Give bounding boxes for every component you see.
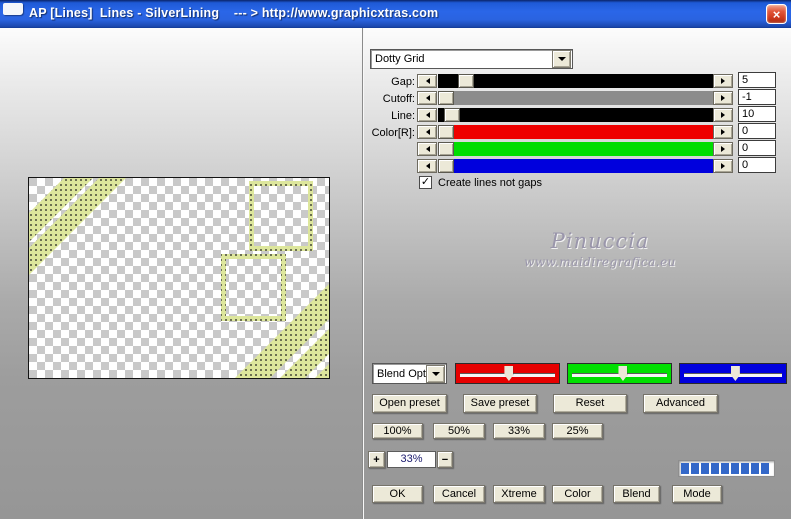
cutoff-slider-thumb[interactable]	[438, 91, 454, 105]
window-title: AP [Lines] Lines - SilverLining --- > ht…	[29, 6, 438, 20]
close-icon: ×	[773, 8, 781, 21]
blue-blend-thumb[interactable]	[731, 366, 740, 381]
plugin-dialog: AP [Lines] Lines - SilverLining --- > ht…	[0, 0, 791, 519]
create-lines-label: Create lines not gaps	[438, 177, 542, 189]
watermark: Pinuccia www.maidiregrafica.eu	[490, 229, 710, 269]
color-g-right-arrow[interactable]	[713, 142, 733, 156]
color-r-value-field[interactable]: 0	[738, 123, 776, 139]
progress-segment	[741, 463, 749, 474]
effect-preset-dropdown[interactable]: Dotty Grid	[370, 49, 573, 69]
color-b-slider-thumb[interactable]	[438, 159, 454, 173]
watermark-url: www.maidiregrafica.eu	[490, 255, 710, 269]
checkmark-icon: ✓	[421, 177, 430, 188]
cutoff-value-field[interactable]: -1	[738, 89, 776, 105]
zoom-out-button[interactable]: −	[437, 451, 453, 468]
zoom-25-button[interactable]: 25%	[552, 423, 603, 439]
color-g-slider-track[interactable]	[438, 142, 713, 156]
create-lines-checkbox[interactable]: ✓	[419, 176, 432, 189]
progress-segment	[691, 463, 699, 474]
progress-segment	[731, 463, 739, 474]
cutoff-slider-track[interactable]	[438, 91, 713, 105]
line-left-arrow[interactable]	[417, 108, 437, 122]
param-label-cutoff: Cutoff:	[310, 92, 415, 106]
progress-segment	[751, 463, 759, 474]
reset-button[interactable]: Reset	[553, 394, 627, 413]
color-button[interactable]: Color	[552, 485, 603, 503]
advanced-button[interactable]: Advanced	[643, 394, 718, 413]
color-g-left-arrow[interactable]	[417, 142, 437, 156]
gap-left-arrow[interactable]	[417, 74, 437, 88]
progress-segment	[721, 463, 729, 474]
param-label-gap: Gap:	[310, 75, 415, 89]
param-label-line: Line:	[310, 109, 415, 123]
cutoff-left-arrow[interactable]	[417, 91, 437, 105]
line-slider-thumb[interactable]	[444, 108, 460, 122]
green-blend-slider[interactable]	[567, 363, 672, 384]
zoom-level-field[interactable]: 33%	[387, 451, 436, 468]
line-value-field[interactable]: 10	[738, 106, 776, 122]
blend-options-value: Blend Opti	[373, 368, 426, 380]
red-blend-thumb[interactable]	[504, 366, 513, 381]
ok-button[interactable]: OK	[372, 485, 423, 503]
zoom-33-button[interactable]: 33%	[493, 423, 545, 439]
progress-bar	[678, 460, 775, 477]
watermark-name: Pinuccia	[490, 229, 710, 253]
save-preset-button[interactable]: Save preset	[463, 394, 537, 413]
preview-image	[29, 178, 329, 378]
green-blend-thumb[interactable]	[618, 366, 627, 381]
progress-segment	[711, 463, 719, 474]
cancel-button[interactable]: Cancel	[433, 485, 485, 503]
param-label-color-r: Color[R]:	[310, 126, 415, 140]
gap-slider-thumb[interactable]	[458, 74, 474, 88]
title-bar: AP [Lines] Lines - SilverLining --- > ht…	[0, 0, 791, 28]
color-r-slider-thumb[interactable]	[438, 125, 454, 139]
chevron-down-icon[interactable]	[426, 365, 445, 383]
open-preset-button[interactable]: Open preset	[372, 394, 447, 413]
red-blend-slider[interactable]	[455, 363, 560, 384]
blend-button[interactable]: Blend	[613, 485, 660, 503]
cutoff-right-arrow[interactable]	[713, 91, 733, 105]
chevron-down-icon[interactable]	[552, 50, 571, 68]
effect-preset-value: Dotty Grid	[371, 53, 552, 65]
gap-right-arrow[interactable]	[713, 74, 733, 88]
zoom-100-button[interactable]: 100%	[372, 423, 423, 439]
progress-segment	[761, 463, 769, 474]
line-right-arrow[interactable]	[713, 108, 733, 122]
zoom-in-button[interactable]: +	[368, 451, 385, 468]
color-b-value-field[interactable]: 0	[738, 157, 776, 173]
color-r-right-arrow[interactable]	[713, 125, 733, 139]
line-slider-track[interactable]	[438, 108, 713, 122]
color-g-value-field[interactable]: 0	[738, 140, 776, 156]
color-b-slider-track[interactable]	[438, 159, 713, 173]
color-g-slider-thumb[interactable]	[438, 142, 454, 156]
gap-slider-track[interactable]	[438, 74, 713, 88]
preview-panel	[28, 177, 330, 379]
app-icon	[3, 3, 23, 15]
color-r-slider-track[interactable]	[438, 125, 713, 139]
color-b-left-arrow[interactable]	[417, 159, 437, 173]
mode-button[interactable]: Mode	[672, 485, 722, 503]
blend-options-dropdown[interactable]: Blend Opti	[372, 363, 447, 384]
blue-blend-slider[interactable]	[679, 363, 787, 384]
xtreme-button[interactable]: Xtreme	[493, 485, 545, 503]
progress-segment	[701, 463, 709, 474]
gap-value-field[interactable]: 5	[738, 72, 776, 88]
zoom-50-button[interactable]: 50%	[433, 423, 485, 439]
color-b-right-arrow[interactable]	[713, 159, 733, 173]
color-r-left-arrow[interactable]	[417, 125, 437, 139]
progress-segment	[681, 463, 689, 474]
close-button[interactable]: ×	[766, 4, 787, 24]
